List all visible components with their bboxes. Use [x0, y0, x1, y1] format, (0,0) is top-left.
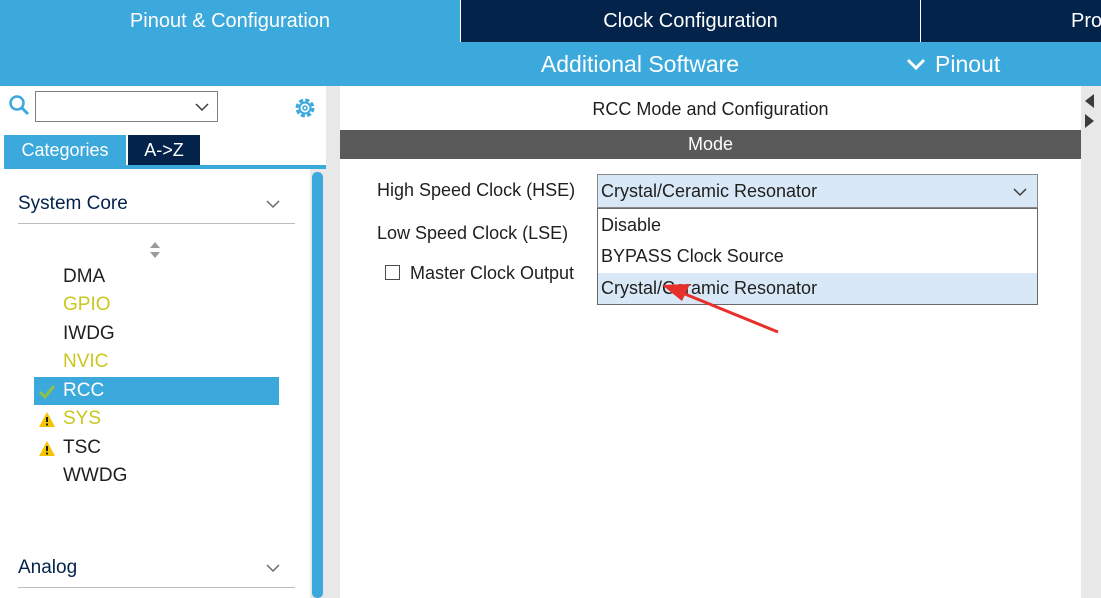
hse-option-label: BYPASS Clock Source: [601, 246, 784, 266]
warning-icon: [39, 441, 55, 456]
sort-icon[interactable]: [148, 241, 162, 259]
pinout-menu-label: Pinout: [935, 50, 1001, 77]
category-item-label: GPIO: [63, 294, 111, 315]
gear-icon[interactable]: [292, 95, 318, 121]
hse-select-value: Crystal/Ceramic Resonator: [601, 180, 818, 201]
scrollbar-thumb[interactable]: [312, 172, 323, 598]
section-system-core[interactable]: System Core: [18, 184, 295, 224]
panel-title: RCC Mode and Configuration: [340, 92, 1081, 126]
tabs-underline: [4, 165, 326, 169]
category-item-dma[interactable]: DMA: [34, 263, 279, 291]
category-item-iwdg[interactable]: IWDG: [34, 320, 279, 348]
category-item-wwdg[interactable]: WWDG: [34, 462, 279, 490]
mode-header: Mode: [340, 130, 1081, 159]
category-item-label: WWDG: [63, 465, 128, 486]
panel-splitter[interactable]: [326, 86, 340, 598]
master-clock-output-checkbox[interactable]: [385, 265, 400, 280]
chevron-down-icon[interactable]: [1011, 183, 1029, 201]
tab-categories[interactable]: Categories: [4, 135, 126, 165]
additional-software-button[interactable]: Additional Software: [460, 42, 820, 86]
category-item-label: TSC: [63, 437, 101, 458]
tab-pinout-label: Pinout & Configuration: [129, 9, 331, 32]
chevron-down-icon: [906, 58, 926, 71]
right-collapse-strip: [1081, 86, 1101, 598]
category-item-label: SYS: [63, 408, 102, 429]
chevron-down-icon[interactable]: [193, 98, 211, 116]
category-item-label: RCC: [63, 380, 105, 401]
hse-option-label: Disable: [601, 215, 662, 235]
tab-project-manager[interactable]: Pro: [920, 0, 1101, 42]
section-analog[interactable]: Analog: [18, 548, 295, 588]
master-clock-output-label: Master Clock Output: [410, 263, 575, 283]
category-item-label: NVIC: [63, 351, 109, 372]
tab-a-z[interactable]: A->Z: [128, 135, 200, 165]
chevron-down-icon: [266, 563, 280, 572]
hse-select[interactable]: Crystal/Ceramic Resonator: [597, 174, 1038, 208]
section-analog-label: Analog: [18, 556, 78, 578]
warning-icon: [39, 412, 55, 427]
category-item-sys[interactable]: SYS: [34, 405, 279, 433]
search-input[interactable]: [35, 91, 218, 122]
lse-label: Low Speed Clock (LSE): [377, 223, 569, 243]
pinout-menu-button[interactable]: Pinout: [905, 42, 1000, 86]
check-icon: [38, 385, 56, 400]
hse-option-disable[interactable]: Disable: [598, 210, 1037, 241]
hse-label: High Speed Clock (HSE): [377, 180, 576, 200]
search-icon: [9, 95, 30, 116]
category-item-gpio[interactable]: GPIO: [34, 291, 279, 319]
tab-project-label: Pro: [1071, 9, 1101, 32]
tab-clock-label: Clock Configuration: [603, 9, 778, 32]
tab-a-z-label: A->Z: [144, 139, 184, 160]
category-item-label: DMA: [63, 266, 106, 287]
mode-header-text: Mode: [687, 134, 734, 154]
category-item-nvic[interactable]: NVIC: [34, 348, 279, 376]
section-system-core-label: System Core: [18, 192, 128, 214]
category-item-label: IWDG: [63, 323, 115, 344]
tab-categories-label: Categories: [21, 139, 109, 160]
tab-clock-configuration[interactable]: Clock Configuration: [460, 0, 920, 42]
category-item-tsc[interactable]: TSC: [34, 434, 279, 462]
hse-option-bypass[interactable]: BYPASS Clock Source: [598, 241, 1037, 272]
collapse-arrows-icon[interactable]: [1083, 92, 1095, 130]
annotation-arrow-icon: [662, 284, 779, 334]
tab-pinout-configuration[interactable]: Pinout & Configuration: [0, 0, 460, 42]
chevron-down-icon: [266, 199, 280, 208]
category-item-rcc[interactable]: RCC: [34, 377, 279, 405]
additional-software-label: Additional Software: [540, 50, 740, 77]
panel-title-text: RCC Mode and Configuration: [592, 98, 829, 119]
